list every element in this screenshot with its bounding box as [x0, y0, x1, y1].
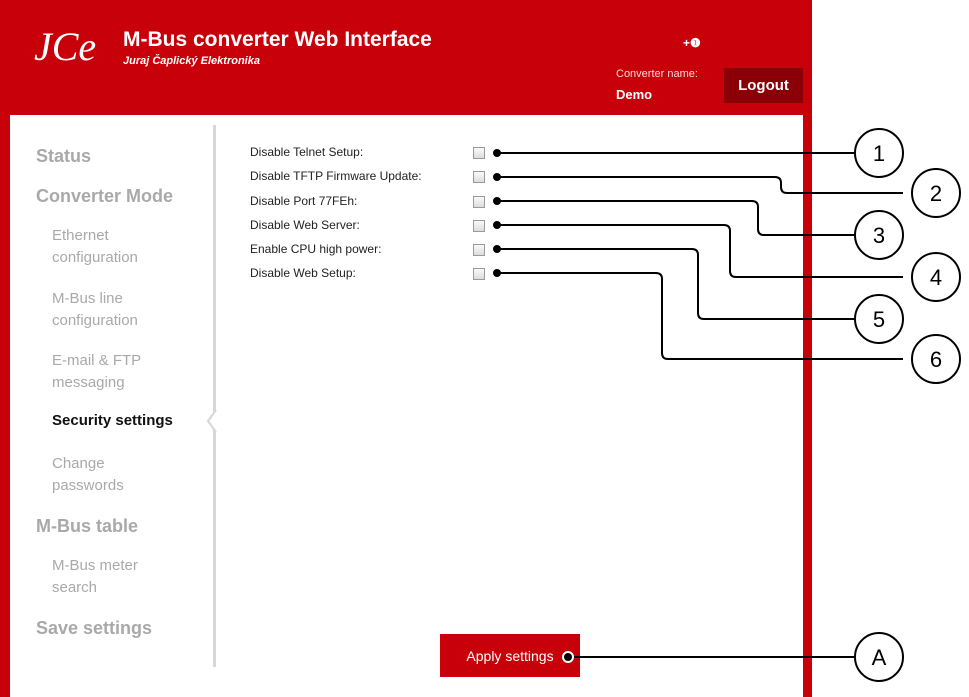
callout-label-2: 2	[930, 181, 942, 206]
callout-dot	[493, 173, 501, 181]
callout-dot	[493, 221, 501, 229]
callout-annotations: 1 2 3 4 5 6 A	[493, 128, 961, 682]
callout-label-5: 5	[873, 307, 885, 332]
callout-dot	[493, 269, 501, 277]
callout-dot	[562, 651, 574, 663]
callout-label-3: 3	[873, 223, 885, 248]
callout-dot	[493, 149, 501, 157]
callout-dot	[493, 245, 501, 253]
callout-label-4: 4	[930, 265, 942, 290]
callout-label-1: 1	[873, 141, 885, 166]
callout-label-6: 6	[930, 347, 942, 372]
callout-dot	[493, 197, 501, 205]
callout-label-a: A	[872, 645, 887, 670]
